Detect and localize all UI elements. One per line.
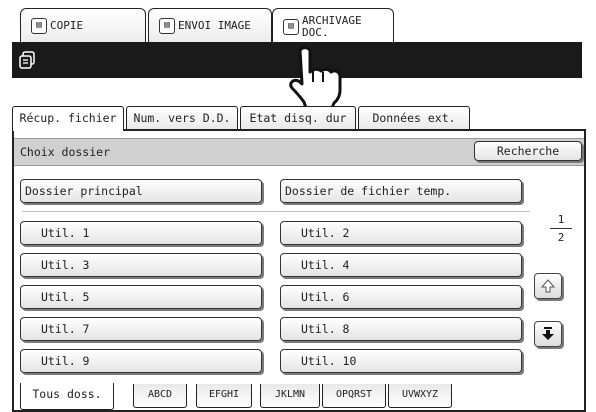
tab-archivage[interactable]: ▤ ARCHIVAGE DOC.	[272, 8, 394, 44]
folder-panel: Choix dossier Recherche Dossier principa…	[12, 129, 586, 412]
user-folder-button[interactable]: Util. 4	[280, 253, 522, 277]
header-bar: Choix dossier Recherche	[14, 138, 584, 166]
index-tab-uvwxyz[interactable]: UVWXYZ	[388, 384, 452, 408]
tab-etat-disq-dur[interactable]: Etat disq. dur	[240, 106, 356, 130]
tab-envoi-image-label: ENVOI IMAGE	[178, 18, 251, 32]
user-folder-button[interactable]: Util. 2	[280, 221, 522, 245]
user-folder-button[interactable]: Util. 9	[20, 349, 262, 373]
copy-icon: ▤	[31, 17, 47, 34]
divider	[22, 211, 530, 212]
index-tab-jklmn[interactable]: JKLMN	[260, 384, 320, 408]
arrow-down-icon	[542, 327, 554, 340]
scroll-down-button[interactable]	[534, 321, 562, 347]
arrow-up-icon	[541, 279, 555, 293]
user-folder-button[interactable]: Util. 3	[20, 253, 262, 277]
main-folder-button[interactable]: Dossier principal	[20, 179, 262, 203]
tab-copie[interactable]: ▤ COPIE	[20, 8, 146, 42]
user-folder-button[interactable]: Util. 6	[280, 285, 522, 309]
user-folder-button[interactable]: Util. 10	[280, 349, 522, 373]
user-folder-button[interactable]: Util. 8	[280, 317, 522, 341]
user-folder-button[interactable]: Util. 5	[20, 285, 262, 309]
document-filing-icon	[18, 51, 36, 69]
page-title: Choix dossier	[20, 145, 111, 159]
hand-pointer-icon	[289, 46, 342, 110]
user-folder-button[interactable]: Util. 1	[20, 221, 262, 245]
index-tab-abcd[interactable]: ABCD	[133, 384, 187, 408]
tab-envoi-image[interactable]: ▤ ENVOI IMAGE	[148, 8, 272, 42]
tab-num-vers-dd[interactable]: Num. vers D.D.	[126, 106, 238, 130]
scroll-up-button[interactable]	[534, 273, 562, 299]
tab-copie-label: COPIE	[50, 18, 84, 32]
page-divider	[550, 228, 572, 229]
user-folder-button[interactable]: Util. 7	[20, 317, 262, 341]
total-pages: 2	[557, 231, 565, 244]
index-tab-tous[interactable]: Tous doss.	[20, 383, 114, 410]
temp-folder-button[interactable]: Dossier de fichier temp.	[280, 179, 522, 203]
page-indicator: 1 2	[546, 213, 576, 244]
image-send-icon: ▤	[159, 17, 175, 34]
index-tab-opqrst[interactable]: OPQRST	[322, 384, 386, 408]
tab-archivage-label: ARCHIVAGE DOC.	[302, 13, 362, 39]
tab-donnees-ext[interactable]: Données ext.	[358, 106, 470, 130]
current-page: 1	[557, 213, 565, 226]
index-tab-efghi[interactable]: EFGHI	[196, 384, 252, 408]
recherche-button[interactable]: Recherche	[474, 141, 582, 161]
screen-frame: ▤ COPIE ▤ ENVOI IMAGE ▤ ARCHIVAGE DOC. R…	[8, 6, 586, 412]
filing-icon: ▤	[283, 18, 299, 35]
tab-recup-fichier[interactable]: Récup. fichier	[12, 106, 124, 131]
